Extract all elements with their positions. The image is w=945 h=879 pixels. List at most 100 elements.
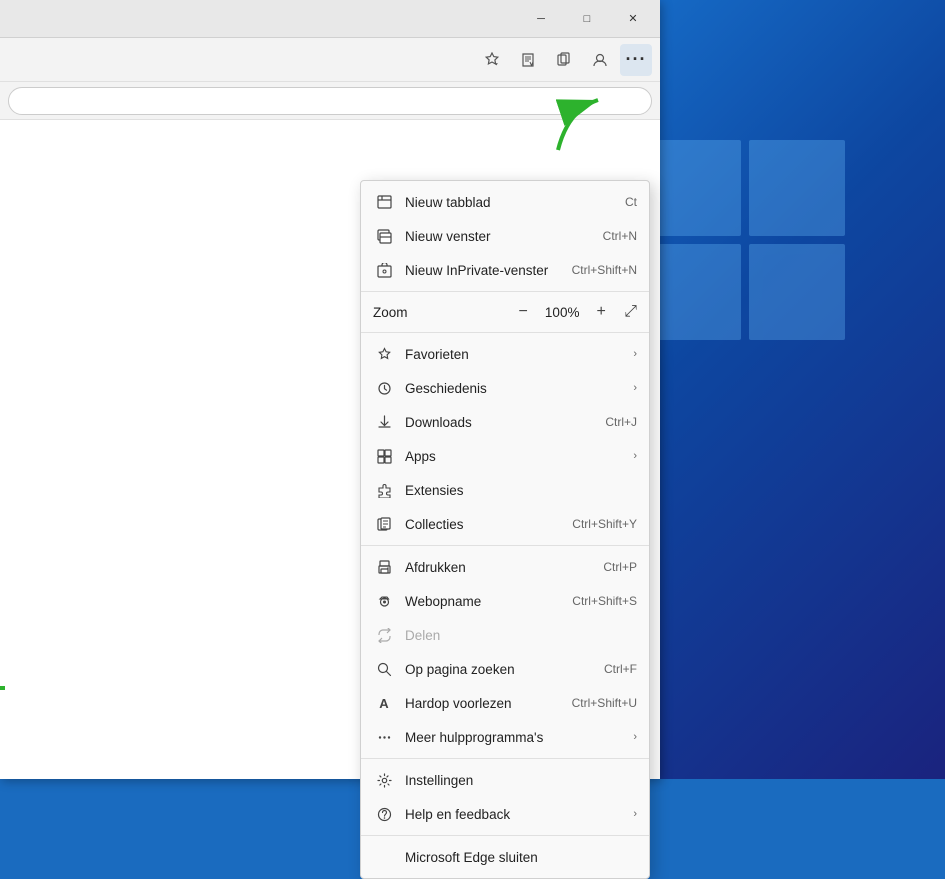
browser-toolbar: ··· [0,38,660,82]
menu-item-history[interactable]: Geschiedenis › [361,371,649,405]
content-area: Nieuw tabblad Ct Nieuw venster Ctrl+N [0,120,660,779]
collections-button[interactable] [548,44,580,76]
help-arrow-icon: › [633,808,637,820]
divider-4 [361,758,649,759]
fullscreen-button[interactable]: ⤢ [624,303,637,321]
print-shortcut: Ctrl+P [603,560,637,574]
zoom-value: 100% [542,305,582,320]
menu-item-downloads[interactable]: Downloads Ctrl+J [361,405,649,439]
collections-menu-icon [373,513,395,535]
profile-button[interactable] [584,44,616,76]
read-aloud-icon: A [373,692,395,714]
websnap-label: Webopname [405,594,564,609]
websnap-icon [373,590,395,612]
close-button[interactable]: ✕ [610,3,656,35]
browser-window: ─ □ ✕ [0,0,660,779]
print-icon [373,556,395,578]
help-label: Help en feedback [405,807,629,822]
inprivate-shortcut: Ctrl+Shift+N [572,263,637,277]
favorites-star-icon [484,52,500,68]
menu-item-collections[interactable]: Collecties Ctrl+Shift+Y [361,507,649,541]
menu-item-new-window[interactable]: Nieuw venster Ctrl+N [361,219,649,253]
new-window-shortcut: Ctrl+N [603,229,637,243]
menu-button[interactable]: ··· [620,44,652,76]
history-arrow-icon: › [633,382,637,394]
find-shortcut: Ctrl+F [604,662,637,676]
downloads-shortcut: Ctrl+J [605,415,637,429]
history-label: Geschiedenis [405,381,629,396]
settings-icon [373,769,395,791]
new-tab-icon [373,191,395,213]
menu-item-read-aloud[interactable]: A Hardop voorlezen Ctrl+Shift+U [361,686,649,720]
apps-arrow-icon: › [633,450,637,462]
apps-label: Apps [405,449,629,464]
desktop: ─ □ ✕ [0,0,945,779]
menu-item-extensions[interactable]: Extensies [361,473,649,507]
settings-label: Instellingen [405,773,637,788]
extensions-icon [373,479,395,501]
context-menu: Nieuw tabblad Ct Nieuw venster Ctrl+N [360,180,650,879]
inprivate-label: Nieuw InPrivate-venster [405,263,564,278]
reading-list-button[interactable] [512,44,544,76]
new-tab-label: Nieuw tabblad [405,195,617,210]
apps-icon [373,445,395,467]
favorites-arrow-icon: › [633,348,637,360]
zoom-controls: − 100% + ⤢ [512,301,637,323]
extensions-label: Extensies [405,483,637,498]
menu-item-find[interactable]: Op pagina zoeken Ctrl+F [361,652,649,686]
history-icon [373,377,395,399]
divider-1 [361,291,649,292]
menu-item-favorites[interactable]: Favorieten › [361,337,649,371]
new-tab-shortcut: Ct [625,195,637,209]
read-aloud-shortcut: Ctrl+Shift+U [572,696,637,710]
reading-list-icon [520,52,536,68]
menu-item-more-tools[interactable]: Meer hulpprogramma's › [361,720,649,754]
minimize-button[interactable]: ─ [518,3,564,35]
zoom-label: Zoom [373,305,512,320]
new-window-icon [373,225,395,247]
find-label: Op pagina zoeken [405,662,596,677]
read-aloud-label: Hardop voorlezen [405,696,564,711]
menu-item-share: Delen [361,618,649,652]
menu-item-help[interactable]: Help en feedback › [361,797,649,831]
arrow-bottom [0,668,20,713]
close-edge-label: Microsoft Edge sluiten [405,850,637,865]
address-bar[interactable] [8,87,652,115]
divider-5 [361,835,649,836]
share-label: Delen [405,628,637,643]
more-tools-icon [373,726,395,748]
title-bar: ─ □ ✕ [0,0,660,38]
favorites-button[interactable] [476,44,508,76]
address-bar-row [0,82,660,120]
menu-item-apps[interactable]: Apps › [361,439,649,473]
close-edge-spacer [373,846,395,868]
new-window-label: Nieuw venster [405,229,595,244]
menu-item-new-tab[interactable]: Nieuw tabblad Ct [361,185,649,219]
profile-icon [592,52,608,68]
maximize-button[interactable]: □ [564,3,610,35]
more-tools-label: Meer hulpprogramma's [405,730,629,745]
websnap-shortcut: Ctrl+Shift+S [572,594,637,608]
menu-item-websnap[interactable]: Webopname Ctrl+Shift+S [361,584,649,618]
divider-3 [361,545,649,546]
collections-label: Collecties [405,517,564,532]
print-label: Afdrukken [405,560,595,575]
menu-item-print[interactable]: Afdrukken Ctrl+P [361,550,649,584]
menu-item-close-edge[interactable]: Microsoft Edge sluiten [361,840,649,874]
favorites-menu-label: Favorieten [405,347,629,362]
favorites-menu-icon [373,343,395,365]
downloads-icon [373,411,395,433]
divider-2 [361,332,649,333]
zoom-out-button[interactable]: − [512,301,534,323]
more-tools-arrow-icon: › [633,731,637,743]
inprivate-icon [373,259,395,281]
help-icon [373,803,395,825]
zoom-in-button[interactable]: + [590,301,612,323]
find-icon [373,658,395,680]
desktop-logo [645,140,865,360]
menu-item-inprivate[interactable]: Nieuw InPrivate-venster Ctrl+Shift+N [361,253,649,287]
menu-item-settings[interactable]: Instellingen [361,763,649,797]
collections-icon [556,52,572,68]
window-controls: ─ □ ✕ [518,3,656,35]
zoom-row: Zoom − 100% + ⤢ [361,296,649,328]
